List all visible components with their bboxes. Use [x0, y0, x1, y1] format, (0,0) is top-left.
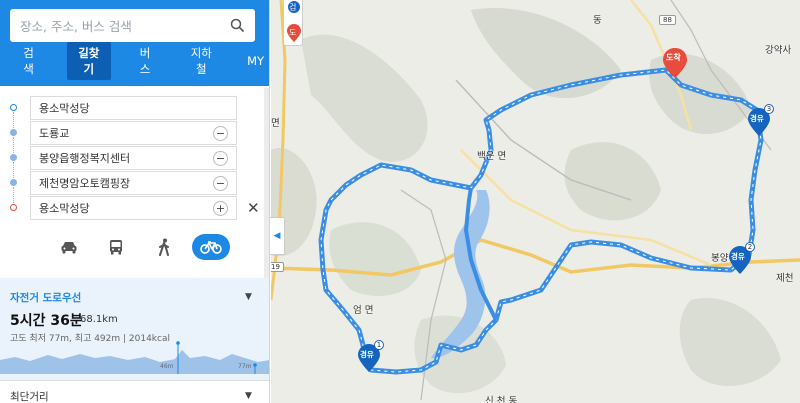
place-label: 백운 면 [477, 151, 507, 162]
end-field[interactable]: 용소막성당 + [30, 196, 237, 220]
alt-route-label: 최단거리 [10, 391, 49, 403]
marker-waypoint-3[interactable]: 경유 3 [748, 104, 774, 136]
place-label: 제천 [776, 273, 794, 284]
legend-label: 도 [289, 28, 297, 37]
search-placeholder: 장소, 주소, 버스 검색 [20, 19, 132, 34]
map-legend[interactable]: 검 도 [283, 0, 303, 46]
place-label: 신 천 동 [485, 396, 518, 403]
elevation-chart [0, 341, 269, 374]
place-label: 동 [593, 15, 602, 26]
search-input[interactable]: 장소, 주소, 버스 검색 [10, 9, 255, 42]
route-result[interactable]: 자전거 도로우선 ▼ 5시간 36분 68.1km 고도 최저 77m, 최고 … [0, 278, 269, 380]
remove-waypoint-button[interactable]: − [213, 125, 228, 141]
tab-search[interactable]: 검색 [12, 42, 45, 80]
remove-waypoint-button[interactable]: − [213, 150, 228, 166]
bike-icon [200, 241, 222, 254]
marker-arrival[interactable]: 도착 [663, 48, 687, 78]
waypoint-dot-icon [10, 154, 17, 161]
mode-bike[interactable] [191, 234, 230, 260]
route-number-badge: 88 [659, 15, 676, 25]
panel-scrollbar[interactable] [263, 88, 269, 278]
marker-waypoint-1[interactable]: 경유 1 [358, 340, 384, 372]
route-number-badge: 19 [271, 262, 284, 272]
waypoint-start: 용소막성당 [0, 96, 269, 130]
tab-bus[interactable]: 버스 [129, 42, 162, 80]
legend-label: 검 [289, 3, 297, 12]
car-icon [61, 242, 77, 254]
mode-car[interactable] [50, 234, 88, 260]
marker-label: 경유 [731, 252, 745, 261]
start-label: 용소막성당 [39, 102, 90, 115]
route-distance: 68.1km [80, 314, 118, 325]
place-label: 면 [271, 118, 280, 129]
waypoint-label: 봉양읍행정복지센터 [39, 152, 131, 165]
walk-icon [158, 238, 169, 256]
waypoint-dot-icon [10, 179, 17, 186]
marker-waypoint-2[interactable]: 경유 2 [729, 242, 755, 274]
place-label: 엄 면 [353, 305, 374, 316]
end-label: 용소막성당 [39, 202, 90, 215]
mode-bus[interactable] [97, 234, 135, 260]
start-dot-icon [10, 104, 17, 111]
mode-walk[interactable] [145, 234, 183, 260]
map-view[interactable]: 검 도 88 19 동 강약사 면 백운 면 봉양 읍 제천 엄 면 신 천 동… [271, 0, 800, 403]
waypoint-3: 제천명암오토캠핑장 − [0, 171, 269, 205]
marker-number: 3 [764, 104, 774, 114]
waypoint-label: 도룡교 [39, 127, 70, 140]
scroll-thumb[interactable] [264, 88, 269, 278]
transport-modes [50, 233, 230, 261]
place-label: 강약사 [765, 45, 792, 56]
panel-collapse-button[interactable]: ◀ [270, 217, 285, 255]
nav-tabs: 검색 길찾기 버스 지하철 MY [0, 42, 269, 80]
waypoint-field[interactable]: 봉양읍행정복지센터 − [30, 146, 237, 170]
end-dot-icon [10, 204, 17, 211]
waypoint-1: 도룡교 − [0, 121, 269, 155]
alt-route-shortest[interactable]: 최단거리 ▼ [0, 380, 269, 403]
waypoint-2: 봉양읍행정복지센터 − [0, 146, 269, 180]
map-canvas[interactable] [271, 0, 800, 403]
elevation-label: 77m [238, 363, 252, 370]
tab-subway[interactable]: 지하철 [180, 42, 224, 80]
remove-waypoint-button[interactable]: − [213, 175, 228, 191]
marker-number: 2 [745, 242, 755, 252]
waypoint-field[interactable]: 도룡교 − [30, 121, 237, 145]
waypoint-field[interactable]: 제천명암오토캠핑장 − [30, 171, 237, 195]
waypoint-label: 제천명암오토캠핑장 [39, 177, 131, 190]
marker-label: 경유 [750, 114, 764, 123]
waypoint-dot-icon [10, 129, 17, 136]
expand-icon[interactable]: ▼ [245, 391, 252, 401]
bus-icon [110, 240, 123, 255]
marker-number: 1 [374, 340, 384, 350]
route-list: 용소막성당 도룡교 − 봉양읍행정복지센터 − 제천명암오토캠핑장 − 용소막성… [0, 96, 269, 221]
start-field[interactable]: 용소막성당 [30, 96, 237, 120]
result-title: 자전거 도로우선 [10, 292, 82, 304]
directions-panel: 장소, 주소, 버스 검색 검색 길찾기 버스 지하철 MY 용소막성당 도룡교… [0, 0, 270, 403]
route-time: 5시간 36분 [10, 313, 83, 329]
add-waypoint-button[interactable]: + [213, 200, 228, 216]
elevation-label: 46m [160, 363, 174, 370]
waypoint-end: 용소막성당 + ✕ [0, 196, 269, 221]
collapse-icon[interactable]: ▼ [245, 292, 252, 302]
tab-directions[interactable]: 길찾기 [67, 42, 111, 80]
search-icon[interactable] [230, 18, 245, 33]
marker-label: 경유 [360, 350, 374, 359]
marker-label: 도착 [666, 53, 681, 62]
tab-my[interactable]: MY [241, 51, 269, 71]
chevron-left-icon: ◀ [273, 231, 281, 241]
close-icon[interactable]: ✕ [247, 199, 260, 217]
